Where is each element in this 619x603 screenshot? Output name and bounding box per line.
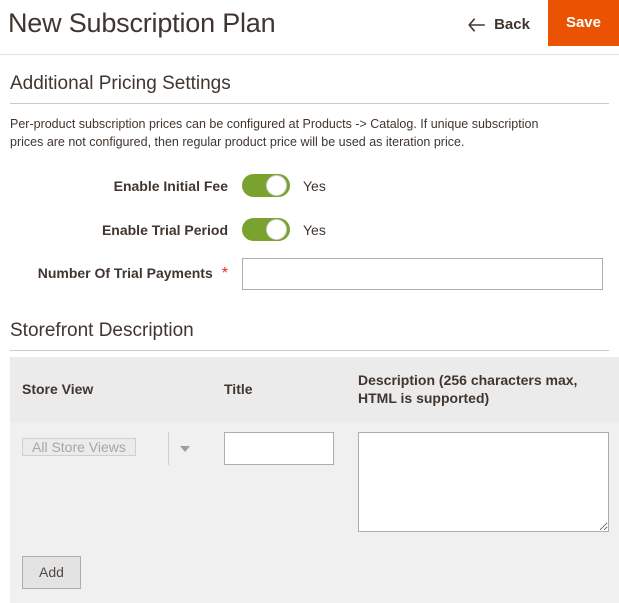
storefront-table-panel: Store View Title Description (256 charac… bbox=[10, 356, 619, 603]
toggle-value-enable-initial-fee: Yes bbox=[303, 177, 326, 194]
label-enable-trial-period: Enable Trial Period bbox=[101, 221, 228, 238]
cell-store-view: All Store Views bbox=[10, 422, 212, 543]
label-number-of-trial-payments: Number Of Trial Payments * bbox=[0, 265, 228, 282]
title-input[interactable] bbox=[224, 432, 334, 466]
save-button[interactable]: Save bbox=[547, 0, 619, 46]
column-header-description: Description (256 characters max, HTML is… bbox=[346, 356, 619, 423]
pricing-section-title: Additional Pricing Settings bbox=[10, 73, 231, 94]
additional-pricing-settings-section: Additional Pricing Settings Per-product … bbox=[0, 55, 619, 290]
toggle-knob bbox=[266, 219, 287, 240]
toggle-enable-trial-period[interactable] bbox=[242, 218, 290, 241]
store-view-select[interactable]: All Store Views bbox=[22, 438, 136, 457]
row-enable-trial-period: Enable Trial Period Yes bbox=[0, 214, 619, 246]
row-number-of-trial-payments: Number Of Trial Payments * bbox=[0, 257, 619, 290]
storefront-description-table: Store View Title Description (256 charac… bbox=[10, 356, 619, 603]
row-enable-initial-fee: Enable Initial Fee Yes bbox=[0, 170, 619, 202]
toggle-enable-initial-fee[interactable] bbox=[242, 174, 290, 197]
back-button-label: Back bbox=[494, 16, 530, 33]
chevron-down-glyph bbox=[179, 445, 190, 452]
page-header: New Subscription Plan Back Save bbox=[0, 0, 619, 55]
cell-add-button: Add bbox=[10, 542, 619, 603]
toggle-value-enable-trial-period: Yes bbox=[303, 221, 326, 238]
header-actions: Back Save bbox=[468, 0, 619, 55]
number-of-trial-payments-input[interactable] bbox=[242, 257, 603, 290]
back-button[interactable]: Back bbox=[468, 16, 530, 33]
add-button[interactable]: Add bbox=[22, 556, 81, 590]
control-enable-initial-fee: Yes bbox=[228, 174, 326, 197]
control-number-of-trial-payments bbox=[228, 257, 603, 290]
column-header-store-view: Store View bbox=[10, 356, 212, 423]
table-head: Store View Title Description (256 charac… bbox=[10, 356, 619, 423]
chevron-down-icon bbox=[168, 432, 200, 466]
storefront-section-title: Storefront Description bbox=[10, 319, 194, 341]
store-view-select-wrap: All Store Views bbox=[22, 432, 200, 466]
table-row: All Store Views bbox=[10, 422, 619, 543]
control-enable-trial-period: Yes bbox=[228, 218, 326, 241]
page-title: New Subscription Plan bbox=[8, 8, 276, 38]
storefront-section-divider bbox=[10, 349, 609, 351]
cell-title bbox=[212, 422, 346, 543]
table-add-row: Add bbox=[10, 542, 619, 603]
toggle-knob bbox=[266, 175, 287, 196]
table-header-row: Store View Title Description (256 charac… bbox=[10, 356, 619, 423]
description-textarea[interactable] bbox=[358, 432, 609, 533]
label-enable-initial-fee: Enable Initial Fee bbox=[113, 177, 228, 194]
label-text: Number Of Trial Payments bbox=[37, 265, 213, 281]
table-body: All Store Views Add bbox=[10, 422, 619, 603]
column-header-title: Title bbox=[212, 356, 346, 423]
storefront-description-section: Storefront Description Store View Title … bbox=[0, 302, 619, 603]
pricing-form-rows: Enable Initial Fee Yes Enable Trial Peri… bbox=[0, 152, 619, 290]
arrow-left-icon bbox=[468, 17, 486, 32]
pricing-section-note: Per-product subscription prices can be c… bbox=[10, 117, 539, 149]
cell-description bbox=[346, 422, 619, 543]
